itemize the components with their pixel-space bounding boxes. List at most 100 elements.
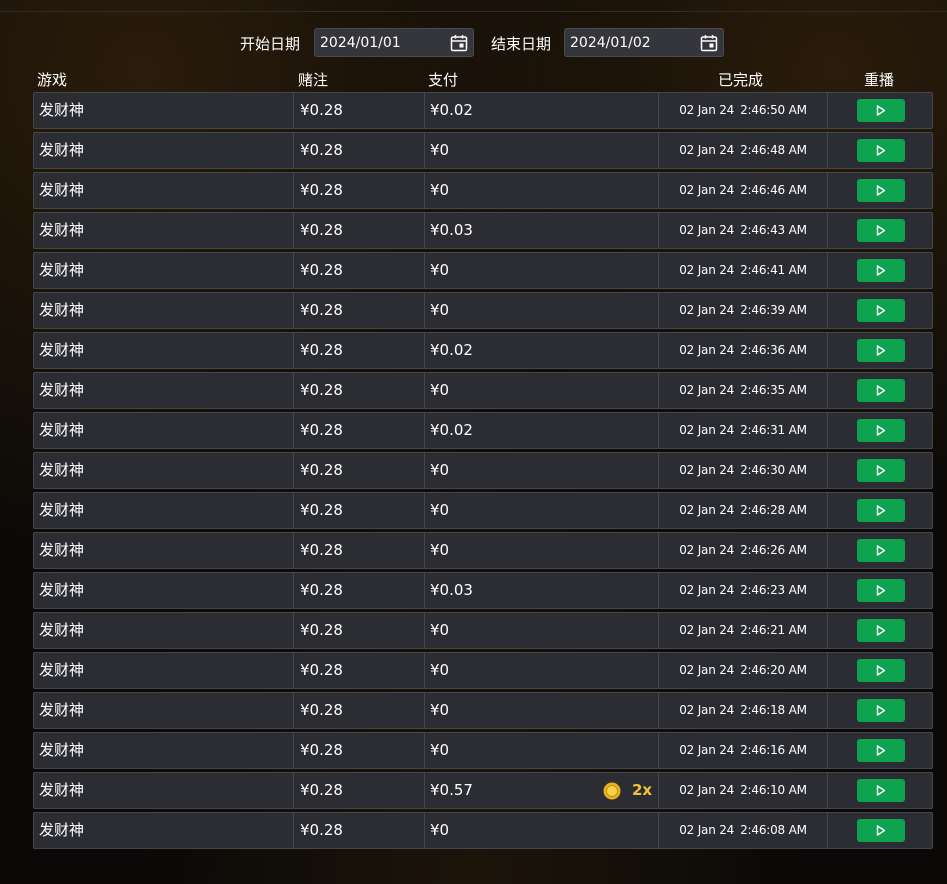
completed-time: 2:46:43 AM: [740, 223, 807, 237]
completed-time: 2:46:36 AM: [740, 343, 807, 357]
table-row: 发财神 ¥0.28 ¥0.02 02 Jan 24 2:46:50 AM: [33, 92, 933, 129]
bet-amount: ¥0.28: [293, 173, 424, 208]
play-icon: [876, 465, 886, 476]
play-icon: [876, 385, 886, 396]
completed-time: 2:46:08 AM: [740, 823, 807, 837]
payout-cell: ¥0: [424, 373, 658, 408]
replay-button[interactable]: [857, 179, 905, 202]
column-header-completed: 已完成: [718, 71, 764, 89]
bet-amount: ¥0.28: [293, 253, 424, 288]
bet-amount: ¥0.28: [293, 653, 424, 688]
replay-cell: [827, 693, 932, 728]
payout-amount: ¥0.03: [430, 221, 473, 239]
start-date-input[interactable]: [320, 33, 440, 53]
replay-button[interactable]: [857, 379, 905, 402]
replay-button[interactable]: [857, 739, 905, 762]
completed-cell: 02 Jan 24 2:46:16 AM: [658, 733, 827, 768]
bet-amount: ¥0.28: [293, 93, 424, 128]
end-date-field[interactable]: [564, 28, 724, 57]
bet-amount: ¥0.28: [293, 293, 424, 328]
replay-cell: [827, 173, 932, 208]
replay-cell: [827, 533, 932, 568]
payout-amount: ¥0: [430, 301, 450, 319]
replay-cell: [827, 293, 932, 328]
completed-time: 2:46:35 AM: [740, 383, 807, 397]
replay-cell: [827, 133, 932, 168]
calendar-icon[interactable]: [450, 34, 468, 52]
replay-cell: [827, 613, 932, 648]
replay-button[interactable]: [857, 299, 905, 322]
completed-cell: 02 Jan 24 2:46:21 AM: [658, 613, 827, 648]
replay-button[interactable]: [857, 659, 905, 682]
payout-amount: ¥0: [430, 181, 450, 199]
bet-amount: ¥0.28: [293, 773, 424, 808]
completed-time: 2:46:18 AM: [740, 703, 807, 717]
payout-amount: ¥0.02: [430, 421, 473, 439]
replay-button[interactable]: [857, 579, 905, 602]
payout-amount: ¥0: [430, 501, 450, 519]
payout-cell: ¥0: [424, 533, 658, 568]
bet-amount: ¥0.28: [293, 533, 424, 568]
completed-cell: 02 Jan 24 2:46:48 AM: [658, 133, 827, 168]
replay-cell: [827, 373, 932, 408]
replay-button[interactable]: [857, 619, 905, 642]
payout-cell: ¥0: [424, 133, 658, 168]
end-date-input[interactable]: [570, 33, 690, 53]
table-row: 发财神 ¥0.28 ¥0.02 02 Jan 24 2:46:36 AM: [33, 332, 933, 369]
multiplier-badge: 2x: [632, 781, 653, 799]
bet-amount: ¥0.28: [293, 733, 424, 768]
table-row: 发财神 ¥0.28 ¥0 02 Jan 24 2:46:28 AM: [33, 492, 933, 529]
payout-cell: ¥0.02: [424, 413, 658, 448]
payout-amount: ¥0: [430, 541, 450, 559]
replay-button[interactable]: [857, 99, 905, 122]
replay-button[interactable]: [857, 499, 905, 522]
bet-amount: ¥0.28: [293, 213, 424, 248]
game-name: 发财神: [39, 341, 85, 359]
table-row: 发财神 ¥0.28 ¥0.02 02 Jan 24 2:46:31 AM: [33, 412, 933, 449]
play-icon: [876, 545, 886, 556]
play-icon: [876, 105, 886, 116]
table-row: 发财神 ¥0.28 ¥0.03 02 Jan 24 2:46:23 AM: [33, 572, 933, 609]
replay-button[interactable]: [857, 139, 905, 162]
completed-time: 2:46:23 AM: [740, 583, 807, 597]
payout-amount: ¥0: [430, 621, 450, 639]
play-icon: [876, 585, 886, 596]
replay-button[interactable]: [857, 539, 905, 562]
replay-button[interactable]: [857, 459, 905, 482]
replay-button[interactable]: [857, 779, 905, 802]
replay-button[interactable]: [857, 819, 905, 842]
completed-time: 2:46:31 AM: [740, 423, 807, 437]
completed-date: 02 Jan 24: [679, 423, 735, 437]
replay-button[interactable]: [857, 699, 905, 722]
payout-amount: ¥0.02: [430, 101, 473, 119]
replay-button[interactable]: [857, 259, 905, 282]
completed-cell: 02 Jan 24 2:46:41 AM: [658, 253, 827, 288]
play-icon: [876, 825, 886, 836]
column-header-game: 游戏: [37, 71, 68, 89]
completed-time: 2:46:46 AM: [740, 183, 807, 197]
replay-button[interactable]: [857, 339, 905, 362]
bet-amount: ¥0.28: [293, 573, 424, 608]
replay-button[interactable]: [857, 219, 905, 242]
calendar-icon[interactable]: [700, 34, 718, 52]
game-name: 发财神: [39, 661, 85, 679]
top-divider: [0, 11, 947, 12]
table-row: 发财神 ¥0.28 ¥0 02 Jan 24 2:46:46 AM: [33, 172, 933, 209]
table-row: 发财神 ¥0.28 ¥0 02 Jan 24 2:46:20 AM: [33, 652, 933, 689]
payout-cell: ¥0: [424, 453, 658, 488]
game-name: 发财神: [39, 221, 85, 239]
history-table: 发财神 ¥0.28 ¥0.02 02 Jan 24 2:46:50 AM 发财神 …: [33, 92, 933, 852]
completed-time: 2:46:10 AM: [740, 783, 807, 797]
replay-cell: [827, 333, 932, 368]
play-icon: [876, 185, 886, 196]
play-icon: [876, 225, 886, 236]
replay-cell: [827, 253, 932, 288]
replay-button[interactable]: [857, 419, 905, 442]
replay-cell: [827, 733, 932, 768]
completed-cell: 02 Jan 24 2:46:26 AM: [658, 533, 827, 568]
completed-cell: 02 Jan 24 2:46:10 AM: [658, 773, 827, 808]
start-date-field[interactable]: [314, 28, 474, 57]
payout-amount: ¥0: [430, 261, 450, 279]
payout-cell: ¥0.02: [424, 333, 658, 368]
payout-amount: ¥0: [430, 381, 450, 399]
